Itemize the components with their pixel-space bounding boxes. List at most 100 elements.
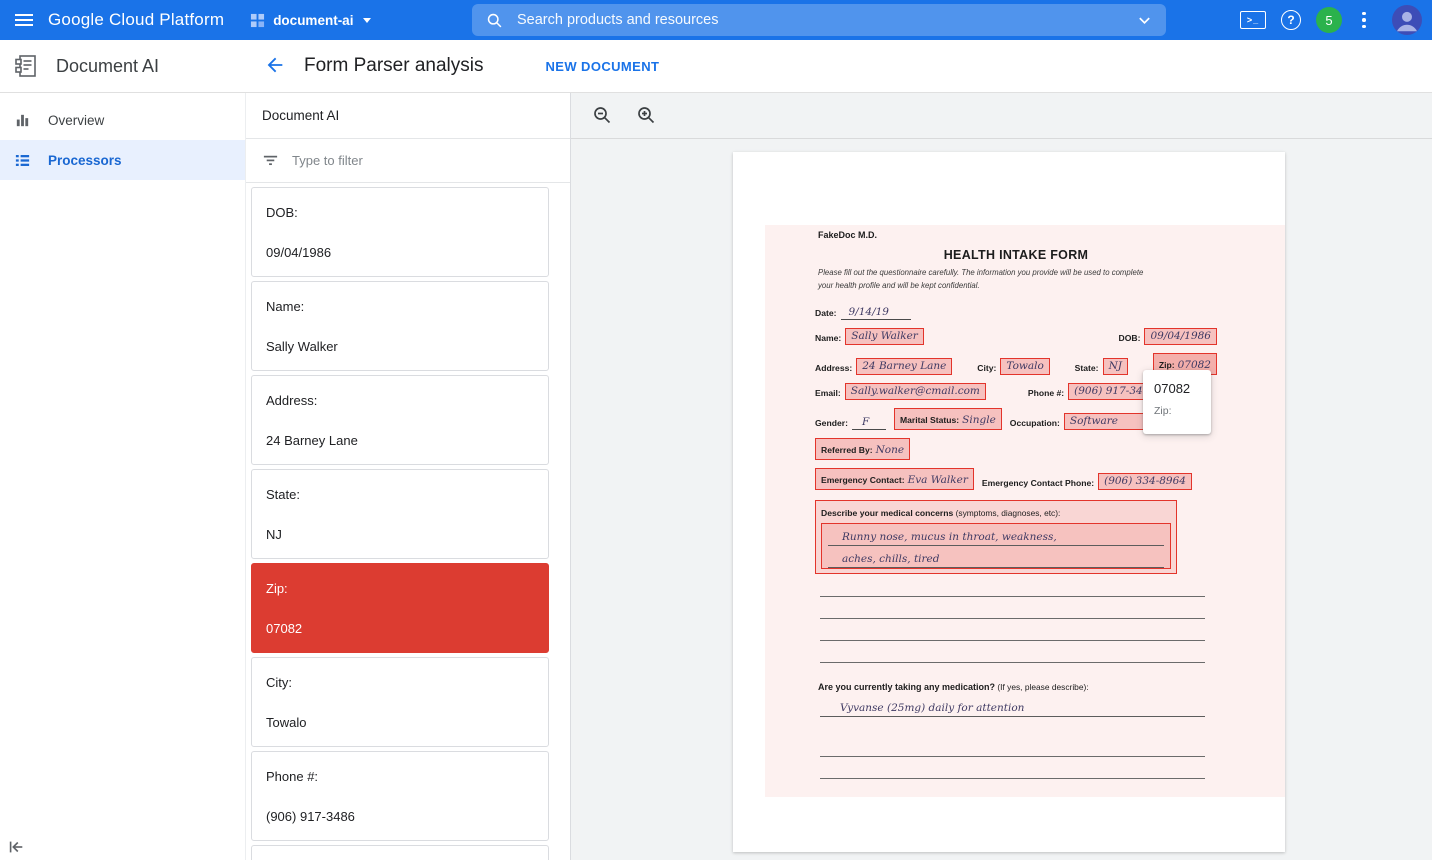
processors-list-icon xyxy=(14,152,31,169)
handwritten-date: 9/14/19 xyxy=(841,306,911,320)
search-icon xyxy=(486,12,503,29)
topbar-actions: >_ ? 5 xyxy=(1240,0,1432,40)
content: Overview Processors Document AI xyxy=(0,93,1432,860)
field-label: Zip: xyxy=(266,581,534,596)
document-page[interactable]: FakeDoc M.D. HEALTH INTAKE FORM Please f… xyxy=(733,152,1285,852)
sidebar-item-overview[interactable]: Overview xyxy=(0,100,245,140)
field-value: Towalo xyxy=(266,715,534,730)
help-icon[interactable]: ? xyxy=(1281,10,1301,30)
overview-chart-icon xyxy=(14,112,31,129)
field-value: NJ xyxy=(266,527,534,542)
highlight-box-medical-concerns[interactable]: Describe your medical concerns (symptoms… xyxy=(815,500,1177,574)
highlight-box-address[interactable]: 24 Barney Lane xyxy=(856,358,952,375)
highlight-box-emergency-contact[interactable]: Emergency Contact:Eva Walker xyxy=(815,468,974,490)
medical-concerns-label: Describe your medical concerns (symptoms… xyxy=(821,503,1171,521)
page-title: Form Parser analysis xyxy=(304,55,484,77)
blank-line xyxy=(820,619,1205,641)
field-label: DOB: xyxy=(266,205,534,220)
form-row-referred: Referred By:None xyxy=(815,438,1217,460)
field-value: 07082 xyxy=(266,621,534,636)
search-chevron-down-icon[interactable] xyxy=(1137,13,1152,28)
back-arrow-icon[interactable] xyxy=(263,54,287,78)
field-card-phone[interactable]: Phone #: (906) 917-3486 xyxy=(251,751,549,841)
field-value: Sally Walker xyxy=(266,339,534,354)
tooltip-value: 07082 xyxy=(1154,381,1211,396)
field-card-city[interactable]: City: Towalo xyxy=(251,657,549,747)
field-card-zip-selected[interactable]: Zip: 07082 xyxy=(251,563,549,653)
gcp-brand-logo[interactable]: Google Cloud Platform xyxy=(48,10,224,30)
search-input[interactable] xyxy=(517,12,1123,28)
form-instructions: Please fill out the questionnaire carefu… xyxy=(815,267,1217,293)
menu-icon[interactable] xyxy=(0,0,48,40)
panel-title: Document AI xyxy=(246,93,570,139)
health-intake-form: FakeDoc M.D. HEALTH INTAKE FORM Please f… xyxy=(815,230,1217,779)
handwritten-gender: F xyxy=(852,416,886,430)
highlight-box-name[interactable]: Sally Walker xyxy=(845,328,924,345)
highlight-box-state[interactable]: NJ xyxy=(1103,358,1128,375)
field-label: State: xyxy=(266,487,534,502)
blank-line xyxy=(820,575,1205,597)
notifications-badge[interactable]: 5 xyxy=(1316,7,1342,33)
blank-line xyxy=(820,597,1205,619)
medical-concerns-text: Runny nose, mucus in throat, weakness, a… xyxy=(821,523,1171,569)
medication-label: Are you currently taking any medication?… xyxy=(815,677,1217,695)
highlight-box-city[interactable]: Towalo xyxy=(1000,358,1049,375)
fields-panel: Document AI DOB: 09/04/1986 Name: Sally … xyxy=(246,93,571,860)
more-options-icon[interactable] xyxy=(1357,8,1371,32)
zoom-out-icon[interactable] xyxy=(591,105,613,127)
blank-line xyxy=(820,757,1205,779)
highlight-box-marital-status[interactable]: Marital Status:Single xyxy=(894,408,1002,430)
cloud-shell-icon[interactable]: >_ xyxy=(1240,11,1266,29)
field-tooltip: 07082 Zip: xyxy=(1143,370,1211,434)
app-title: Document AI xyxy=(56,56,159,77)
filter-icon xyxy=(262,152,279,169)
zoom-in-icon[interactable] xyxy=(635,105,657,127)
highlight-box-referred-by[interactable]: Referred By:None xyxy=(815,438,910,460)
search-bar[interactable] xyxy=(472,4,1166,36)
document-viewer: FakeDoc M.D. HEALTH INTAKE FORM Please f… xyxy=(571,93,1432,860)
filter-row xyxy=(246,139,570,183)
viewer-toolbar xyxy=(571,93,1432,139)
app-title-zone: Document AI xyxy=(0,53,246,79)
field-card-address[interactable]: Address: 24 Barney Lane xyxy=(251,375,549,465)
project-selector[interactable]: document-ai xyxy=(250,13,371,28)
avatar-image xyxy=(1392,5,1422,35)
form-clinic-name: FakeDoc M.D. xyxy=(815,230,1217,240)
highlight-box-emergency-phone[interactable]: (906) 334-8964 xyxy=(1098,473,1192,490)
field-label: Phone #: xyxy=(266,769,534,784)
field-label: Name: xyxy=(266,299,534,314)
highlight-box-dob[interactable]: 09/04/1986 xyxy=(1144,328,1217,345)
highlight-box-occupation[interactable]: Software xyxy=(1064,413,1155,430)
field-card-dob[interactable]: DOB: 09/04/1986 xyxy=(251,187,549,277)
form-title: HEALTH INTAKE FORM xyxy=(815,248,1217,262)
user-avatar[interactable] xyxy=(1392,5,1422,35)
sidebar-item-label: Processors xyxy=(48,153,122,168)
form-row-emergency: Emergency Contact:Eva Walker Emergency C… xyxy=(815,468,1217,490)
blank-line xyxy=(820,641,1205,663)
chevron-down-icon xyxy=(363,18,371,23)
collapse-panel-icon[interactable] xyxy=(4,838,28,858)
app-header: Document AI Form Parser analysis NEW DOC… xyxy=(0,40,1432,93)
document-ai-icon xyxy=(13,53,39,79)
field-label: City: xyxy=(266,675,534,690)
field-card-state[interactable]: State: NJ xyxy=(251,469,549,559)
sidebar: Overview Processors xyxy=(0,93,246,860)
sidebar-item-label: Overview xyxy=(48,113,104,128)
form-row-date: Date: 9/14/19 xyxy=(815,306,1217,320)
sidebar-item-processors[interactable]: Processors xyxy=(0,140,245,180)
field-cards-list: DOB: 09/04/1986 Name: Sally Walker Addre… xyxy=(246,183,570,860)
gcp-topbar: Google Cloud Platform document-ai >_ ? 5 xyxy=(0,0,1432,40)
blank-line xyxy=(820,735,1205,757)
project-icon xyxy=(250,13,265,28)
form-row-name-dob: Name: Sally Walker DOB: 09/04/1986 xyxy=(815,328,1217,345)
field-card-partial[interactable] xyxy=(251,845,549,860)
project-name: document-ai xyxy=(273,13,353,28)
highlight-box-email[interactable]: Sally.walker@cmail.com xyxy=(845,383,986,400)
field-value: 24 Barney Lane xyxy=(266,433,534,448)
field-value: (906) 917-3486 xyxy=(266,809,534,824)
new-document-button[interactable]: NEW DOCUMENT xyxy=(546,59,660,74)
filter-input[interactable] xyxy=(292,153,554,168)
field-value: 09/04/1986 xyxy=(266,245,534,260)
field-card-name[interactable]: Name: Sally Walker xyxy=(251,281,549,371)
tooltip-label: Zip: xyxy=(1154,405,1211,417)
